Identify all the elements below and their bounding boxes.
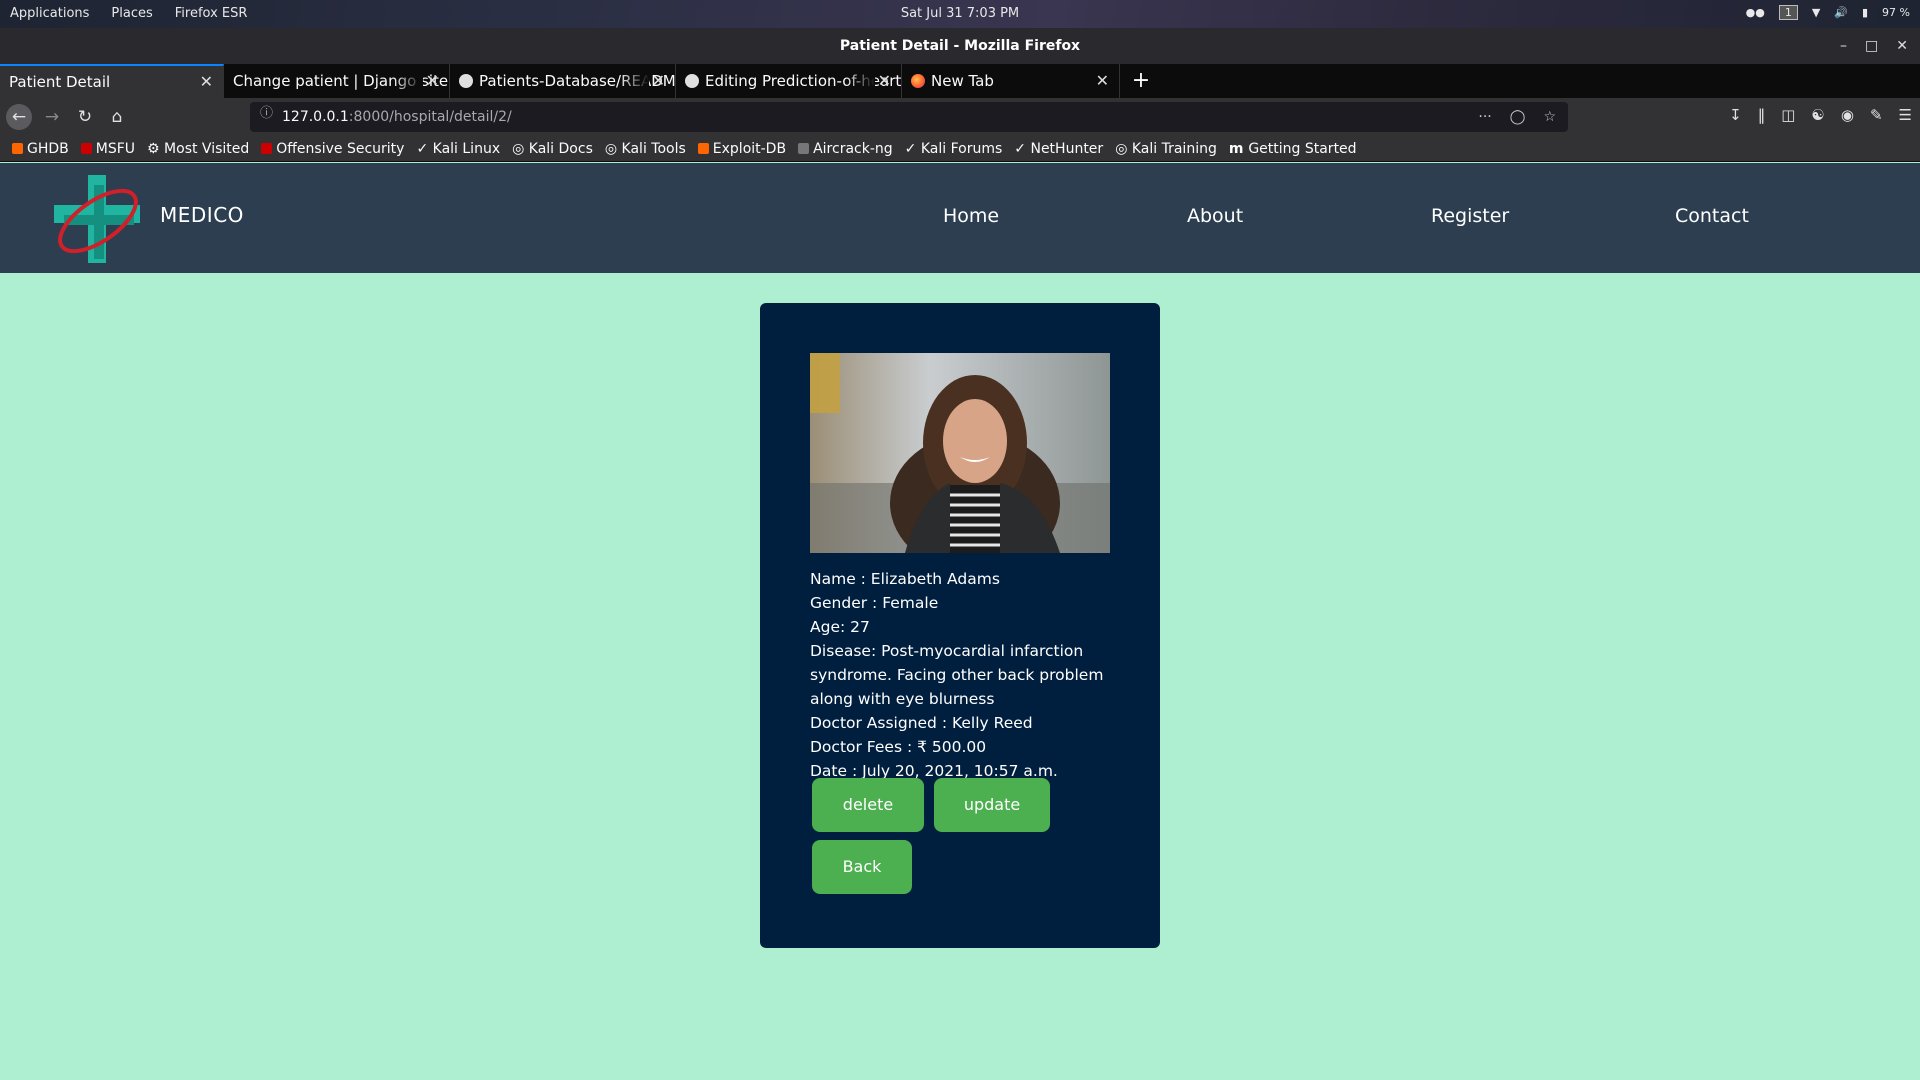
medico-logo-icon[interactable] [48, 169, 152, 269]
firefox-icon [911, 74, 925, 88]
offsec-icon [261, 142, 273, 154]
patient-disease-line-3: along with eye blurness [810, 690, 995, 708]
bookmark-ghdb[interactable]: GHDB [12, 141, 69, 157]
patient-gender: Gender : Female [810, 594, 939, 612]
tab-fade [845, 64, 875, 98]
bookmark-kali-training[interactable]: ◎ Kali Training [1115, 141, 1217, 157]
bookmark-kali-tools[interactable]: ◎ Kali Tools [605, 141, 686, 157]
customize-icon[interactable]: ✎ [1870, 106, 1883, 124]
bookmark-kali-linux[interactable]: ✓ Kali Linux [416, 141, 500, 157]
patient-card: Name : Elizabeth Adams Gender : Female A… [760, 303, 1160, 948]
bookmark-star-icon[interactable]: ☆ [1543, 102, 1556, 132]
nav-home-link[interactable]: Home [943, 205, 999, 227]
delete-button[interactable]: delete [812, 778, 924, 832]
close-tab-icon[interactable]: ✕ [652, 64, 665, 98]
tab-github-readme[interactable]: Patients-Database/README ✕ [450, 64, 676, 98]
library-icon[interactable]: ‖ [1758, 106, 1766, 124]
ghdb-icon [12, 142, 23, 154]
bookmark-most-visited[interactable]: ⚙ Most Visited [147, 141, 249, 157]
patient-age: Age: 27 [810, 618, 870, 636]
bookmark-msfu[interactable]: MSFU [80, 141, 135, 157]
update-button[interactable]: update [934, 778, 1050, 832]
tab-label: New Tab [931, 72, 994, 90]
page-actions-icon[interactable]: ··· [1478, 102, 1491, 132]
nav-about-link[interactable]: About [1187, 205, 1243, 227]
brand-name[interactable]: MEDICO [160, 203, 244, 227]
exploit-db-icon [697, 142, 709, 154]
url-bar[interactable]: ⓘ 127.0.0.1:8000/hospital/detail/2/ ··· … [250, 102, 1568, 132]
patient-photo [810, 353, 1110, 553]
back-arrow-icon[interactable]: ← [6, 104, 32, 130]
nav-contact-link[interactable]: Contact [1675, 205, 1749, 227]
bookmark-aircrack-ng[interactable]: Aircrack-ng [798, 141, 893, 157]
patient-fees: Doctor Fees : ₹ 500.00 [810, 738, 987, 756]
window-title: Patient Detail - Mozilla Firefox [839, 38, 1081, 54]
patient-disease-line-2: syndrome. Facing other back problem [810, 666, 1104, 684]
bookmark-nethunter[interactable]: ✓ NetHunter [1014, 141, 1103, 157]
close-tab-icon[interactable]: ✕ [426, 64, 439, 98]
pocket-icon[interactable]: ◯ [1510, 102, 1526, 132]
globe-icon: ◎ [604, 140, 622, 157]
downloads-icon[interactable]: ↧ [1729, 106, 1742, 124]
tab-fade [619, 64, 649, 98]
tab-new-tab[interactable]: New Tab ✕ [902, 64, 1120, 98]
patient-name: Name : Elizabeth Adams [810, 570, 1000, 588]
back-button[interactable]: Back [812, 840, 912, 894]
bookmark-offensive-security[interactable]: Offensive Security [261, 141, 404, 157]
extension-icon[interactable]: ☯ [1811, 106, 1824, 124]
reload-icon[interactable]: ↻ [72, 104, 98, 130]
navigation-toolbar: ← → ↻ ⌂ ⓘ 127.0.0.1:8000/hospital/detail… [0, 98, 1920, 136]
url-text[interactable]: 127.0.0.1:8000/hospital/detail/2/ [282, 102, 512, 132]
sidebar-icon[interactable]: ◫ [1781, 106, 1795, 124]
aircrack-icon [798, 142, 810, 154]
workspace-indicator[interactable]: 1 [1778, 5, 1798, 20]
msfu-icon [80, 142, 92, 154]
wifi-icon[interactable]: ▼ [1812, 6, 1820, 19]
battery-icon[interactable]: ▮ [1862, 6, 1868, 19]
globe-icon: ◎ [512, 140, 529, 157]
account-icon[interactable]: ◉ [1841, 106, 1854, 124]
bookmarks-toolbar: GHDB MSFU ⚙ Most Visited Offensive Secur… [0, 136, 1920, 162]
patient-disease-line-1: Disease: Post-myocardial infarction [810, 642, 1084, 660]
m-icon: m [1228, 140, 1249, 157]
window-title-bar: Patient Detail - Mozilla Firefox – □ ✕ [0, 28, 1920, 64]
github-icon [685, 74, 699, 88]
bookmark-getting-started[interactable]: m Getting Started [1229, 141, 1357, 157]
tab-github-editing[interactable]: Editing Prediction-of-heart ✕ [676, 64, 902, 98]
gear-icon: ⚙ [147, 140, 165, 157]
bookmark-kali-forums[interactable]: ✓ Kali Forums [905, 141, 1003, 157]
globe-icon: ◎ [1115, 140, 1132, 157]
menu-icon[interactable]: ☰ [1899, 106, 1912, 124]
kali-icon: ✓ [416, 140, 433, 157]
kali-icon: ✓ [1014, 140, 1031, 157]
tab-strip: Patient Detail ✕ Change patient | Django… [0, 64, 1920, 98]
close-tab-icon[interactable]: ✕ [878, 64, 891, 98]
close-window-icon[interactable]: ✕ [1896, 28, 1908, 64]
battery-percent: 97 % [1882, 6, 1910, 19]
github-icon [459, 74, 473, 88]
patient-doctor: Doctor Assigned : Kelly Reed [810, 714, 1033, 732]
close-tab-icon[interactable]: ✕ [200, 66, 213, 98]
patient-info: Name : Elizabeth Adams Gender : Female A… [810, 567, 1110, 783]
home-icon[interactable]: ⌂ [104, 104, 130, 130]
tab-label: Patient Detail [9, 73, 111, 91]
bookmark-kali-docs[interactable]: ◎ Kali Docs [512, 141, 593, 157]
minimize-icon[interactable]: – [1840, 28, 1847, 64]
volume-icon[interactable]: 🔊 [1834, 6, 1848, 19]
desktop-top-bar: Applications Places Firefox ESR Sat Jul … [0, 0, 1920, 28]
forward-arrow-icon[interactable]: → [39, 104, 65, 130]
nav-register-link[interactable]: Register [1431, 205, 1509, 227]
clock[interactable]: Sat Jul 31 7:03 PM [0, 6, 1920, 21]
tab-patient-detail[interactable]: Patient Detail ✕ [0, 64, 224, 98]
close-tab-icon[interactable]: ✕ [1096, 64, 1109, 98]
new-tab-button[interactable]: + [1128, 64, 1154, 98]
bookmark-exploit-db[interactable]: Exploit-DB [697, 141, 786, 157]
maximize-icon[interactable]: □ [1865, 28, 1878, 64]
tab-fade [393, 64, 423, 98]
page-content: MEDICO Home About Register Contact Name … [0, 163, 1920, 1080]
people-icon[interactable]: ●● [1746, 6, 1765, 19]
site-navbar: MEDICO Home About Register Contact [0, 163, 1920, 273]
kali-icon: ✓ [904, 140, 921, 157]
tab-django-admin[interactable]: Change patient | Django site admin ✕ [224, 64, 450, 98]
